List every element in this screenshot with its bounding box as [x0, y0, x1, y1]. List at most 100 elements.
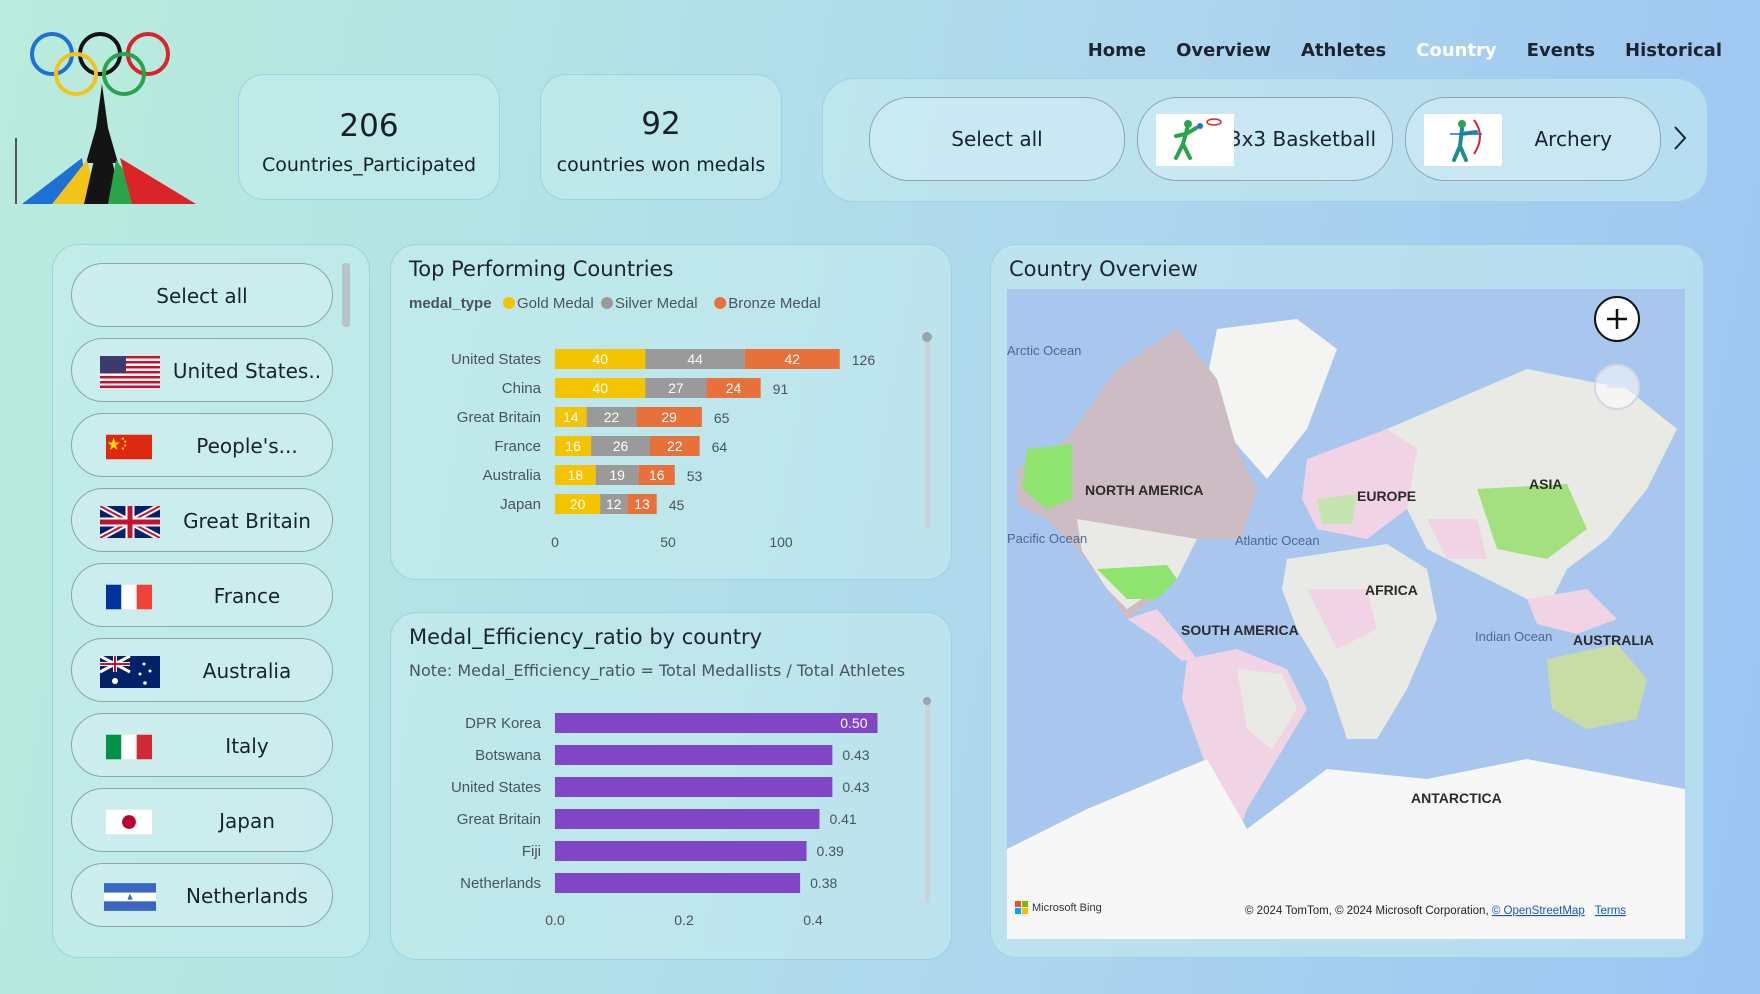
category-label: DPR Korea: [465, 715, 542, 732]
plus-icon[interactable]: [1594, 296, 1640, 342]
legend-label[interactable]: Silver Medal: [615, 295, 698, 312]
total-label: 91: [773, 381, 789, 397]
pill-label: Select all: [156, 284, 248, 308]
scrollbar[interactable]: [342, 263, 350, 327]
x-tick-label: 50: [660, 534, 676, 550]
map-label: Pacific Ocean: [1007, 531, 1087, 546]
top-countries-chart[interactable]: medal_type Gold Medal Silver Medal Bronze M…: [391, 245, 953, 581]
country-name: Italy: [225, 734, 269, 758]
pill-label: Select all: [951, 127, 1043, 151]
uk-flag-icon: [100, 506, 160, 538]
map-label: AFRICA: [1365, 582, 1418, 598]
map-label: Arctic Ocean: [1007, 343, 1081, 358]
nav-home[interactable]: Home: [1088, 40, 1146, 61]
country-item-italy[interactable]: Italy: [71, 713, 333, 777]
data-label: 0.41: [829, 811, 856, 827]
china-flag-icon: [106, 434, 152, 460]
data-label: 40: [592, 380, 608, 396]
country-item-australia[interactable]: Australia: [71, 638, 333, 702]
legend-marker: [503, 297, 515, 309]
sport-select-all[interactable]: Select all: [869, 97, 1125, 181]
country-name: Netherlands: [186, 884, 308, 908]
sport-archery[interactable]: Archery: [1405, 97, 1661, 181]
x-tick-label: 0: [551, 534, 559, 550]
italy-flag-icon: [106, 734, 152, 760]
data-label: 24: [726, 380, 742, 396]
bar[interactable]: [555, 841, 807, 861]
country-select-all[interactable]: Select all: [71, 263, 333, 327]
country-item-france[interactable]: France: [71, 563, 333, 627]
nav-overview[interactable]: Overview: [1176, 40, 1271, 61]
country-name: United States..: [172, 359, 322, 383]
nav-country[interactable]: Country: [1416, 40, 1496, 61]
bar[interactable]: [555, 873, 801, 893]
map-label: AUSTRALIA: [1573, 632, 1654, 648]
bar[interactable]: [555, 777, 833, 797]
data-label: 29: [661, 409, 677, 425]
data-label: 19: [609, 467, 625, 483]
kpi-value: 206: [339, 108, 399, 144]
data-label: 26: [613, 438, 629, 454]
x-tick-label: 100: [769, 534, 793, 550]
world-map[interactable]: Arctic Ocean Pacific Ocean NORTH AMERICA…: [1007, 289, 1685, 939]
total-label: 126: [852, 352, 876, 368]
x-tick-label: 0.2: [674, 912, 694, 928]
us-flag-icon: [100, 356, 160, 388]
country-item-great-britain[interactable]: Great Britain: [71, 488, 333, 552]
osm-link[interactable]: © OpenStreetMap: [1492, 905, 1585, 917]
efficiency-chart[interactable]: DPR Korea 0.50 Botswana 0.43 United States 0.…: [391, 613, 953, 961]
map-label: ANTARCTICA: [1411, 790, 1502, 806]
scrollbar[interactable]: [925, 333, 930, 529]
category-label: Japan: [500, 496, 541, 513]
kpi-countries-won-medals: 92 countries won medals: [540, 74, 782, 200]
map-label: Indian Ocean: [1475, 629, 1552, 644]
total-label: 45: [669, 497, 685, 513]
country-name: Great Britain: [183, 509, 311, 533]
category-label: France: [494, 438, 541, 455]
x-tick-label: 0.4: [803, 912, 823, 928]
country-item-japan[interactable]: Japan: [71, 788, 333, 852]
basketball-player-icon: [1156, 114, 1234, 166]
data-label: 20: [570, 496, 586, 512]
scroll-handle[interactable]: [923, 697, 931, 705]
legend-label[interactable]: Bronze Medal: [728, 295, 821, 312]
legend-label[interactable]: Gold Medal: [517, 295, 594, 312]
data-label: 44: [687, 351, 703, 367]
country-name: Australia: [202, 659, 292, 683]
map-label: EUROPE: [1357, 488, 1416, 504]
country-name: People's...: [196, 434, 298, 458]
bar[interactable]: [555, 713, 878, 733]
minus-icon[interactable]: [1594, 364, 1640, 410]
category-label: China: [502, 380, 542, 397]
chevron-right-icon[interactable]: [1673, 125, 1687, 151]
map-label: SOUTH AMERICA: [1181, 622, 1299, 638]
terms-link[interactable]: Terms: [1595, 905, 1627, 917]
scrollbar[interactable]: [925, 699, 930, 903]
category-label: United States: [451, 351, 541, 368]
category-label: United States: [451, 779, 541, 796]
category-label: Fiji: [522, 843, 541, 860]
australia-flag-icon: [100, 656, 160, 688]
legend-title: medal_type: [409, 295, 492, 312]
olympic-logo: [15, 32, 196, 204]
country-name: France: [213, 584, 281, 608]
top-nav: Home Overview Athletes Country Events Hi…: [1058, 40, 1722, 61]
scroll-handle[interactable]: [922, 332, 932, 342]
category-label: Great Britain: [457, 811, 541, 828]
total-label: 53: [687, 468, 703, 484]
country-overview-card: Country Overview Arctic Ocean Pacific Oc…: [990, 244, 1704, 958]
data-label: 16: [565, 438, 581, 454]
nav-athletes[interactable]: Athletes: [1301, 40, 1386, 61]
sport-3x3-basketball[interactable]: 3x3 Basketball: [1137, 97, 1393, 181]
nav-historical[interactable]: Historical: [1625, 40, 1722, 61]
nav-events[interactable]: Events: [1527, 40, 1595, 61]
country-item-united-states[interactable]: United States..: [71, 338, 333, 402]
country-item-netherlands[interactable]: Netherlands: [71, 863, 333, 927]
legend-marker: [714, 297, 727, 309]
bar[interactable]: [555, 745, 833, 765]
map-label: ASIA: [1529, 476, 1562, 492]
country-item-china[interactable]: People's...: [71, 413, 333, 477]
chart-title: Country Overview: [1009, 257, 1198, 281]
bar[interactable]: [555, 809, 820, 829]
data-label: 42: [785, 351, 801, 367]
